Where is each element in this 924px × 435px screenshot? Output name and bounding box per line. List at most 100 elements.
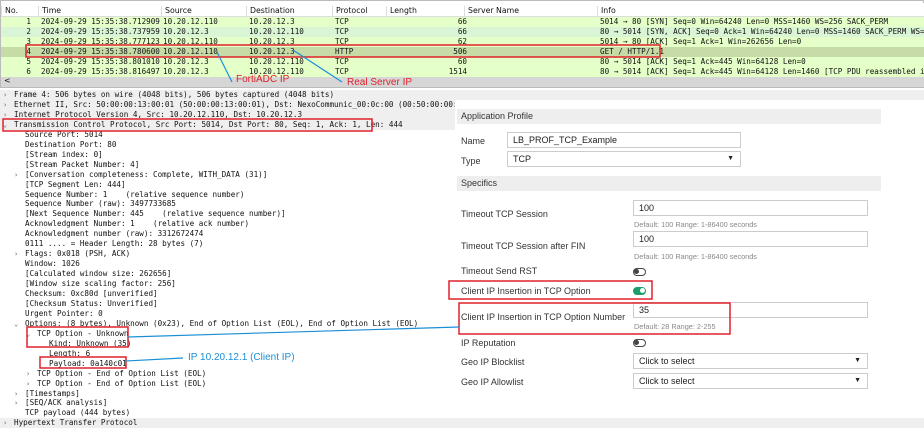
expand-icon[interactable]: › — [14, 389, 18, 399]
horizontal-scrollbar[interactable]: < — [1, 76, 924, 87]
detail-text: [Calculated window size: 262656] — [25, 269, 172, 279]
expand-icon[interactable]: › — [26, 369, 30, 379]
packet-length: 62 — [457, 37, 467, 46]
expand-icon[interactable]: › — [26, 379, 30, 389]
expand-icon[interactable]: › — [3, 100, 7, 110]
packet-protocol: TCP — [335, 57, 349, 66]
detail-row[interactable]: › Frame 4: 506 bytes on wire (4048 bits),… — [0, 90, 924, 100]
timeout-session-label: Timeout TCP Session — [461, 209, 548, 219]
packet-time: 2024-09-29 15:35:38.801010 — [41, 57, 160, 66]
packet-info: 5014 → 80 [ACK] Seq=1 Ack=1 Win=262656 L… — [600, 37, 802, 46]
detail-text: Frame 4: 506 bytes on wire (4048 bits), … — [14, 90, 335, 99]
timeout-fin-input[interactable]: 100 — [633, 231, 868, 247]
detail-text: Ethernet II, Src: 50:00:00:13:00:01 (50:… — [14, 99, 485, 109]
col-destination[interactable]: Destination — [246, 6, 295, 17]
col-no[interactable]: No. — [1, 6, 18, 17]
col-time[interactable]: Time — [38, 6, 61, 17]
packet-protocol: TCP — [335, 37, 349, 46]
collapse-icon[interactable]: ⌄ — [3, 120, 7, 130]
geo-block-label: Geo IP Blocklist — [461, 357, 525, 367]
packet-row[interactable]: 3 2024-09-29 15:35:38.777123 10.20.12.110 1… — [1, 37, 924, 47]
detail-text: Transmission Control Protocol, Src Port:… — [14, 119, 403, 129]
detail-text: [Checksum Status: Unverified] — [25, 298, 158, 308]
col-info[interactable]: Info — [597, 6, 616, 17]
real-server-ip-annotation: Real Server IP — [347, 77, 413, 88]
detail-text: [Window size scaling factor: 256] — [25, 279, 176, 289]
packet-no: 1 — [26, 17, 31, 26]
packet-source: 10.20.12.3 — [163, 27, 209, 36]
fortiadc-ip-annotation: FortiADC IP — [236, 74, 290, 85]
packet-protocol: HTTP — [335, 47, 354, 56]
option-number-input[interactable]: 35 — [633, 302, 868, 318]
col-source[interactable]: Source — [161, 6, 192, 17]
section-application-profile: Application Profile — [457, 109, 881, 124]
collapse-icon[interactable]: ⌄ — [26, 329, 30, 339]
client-ip-insertion-toggle[interactable] — [633, 287, 646, 295]
packet-length: 506 — [453, 47, 467, 56]
detail-text: [Stream index: 0] — [25, 149, 103, 159]
expand-icon[interactable]: › — [14, 249, 18, 259]
chevron-down-icon: ▼ — [727, 155, 734, 162]
packet-row[interactable]: 4 2024-09-29 15:35:38.780600 10.20.12.110 1… — [1, 47, 924, 57]
expand-icon[interactable]: › — [3, 90, 7, 100]
collapse-icon[interactable]: ⌄ — [14, 319, 18, 329]
detail-text: Sequence Number: 1 (relative sequence nu… — [25, 189, 245, 199]
name-label: Name — [461, 136, 486, 146]
packet-time: 2024-09-29 15:35:38.712909 — [41, 17, 160, 26]
packet-time: 2024-09-29 15:35:38.816497 — [41, 67, 160, 76]
expand-icon[interactable]: › — [3, 110, 7, 120]
timeout-session-hint: Default: 100 Range: 1-86400 seconds — [634, 220, 757, 229]
packet-source: 10.20.12.3 — [163, 57, 209, 66]
section-specifics: Specifics — [457, 176, 881, 191]
chevron-down-icon: ▼ — [854, 357, 861, 364]
name-input[interactable]: LB_PROF_TCP_Example — [507, 132, 741, 148]
packet-destination: 10.20.12.3 — [249, 37, 295, 46]
col-server-name[interactable]: Server Name — [464, 6, 519, 17]
packet-time: 2024-09-29 15:35:38.737959 — [41, 27, 160, 36]
timeout-fin-label: Timeout TCP Session after FIN — [461, 241, 586, 251]
detail-text: Source Port: 5014 — [25, 129, 103, 139]
scroll-left-icon[interactable]: < — [4, 76, 11, 85]
packet-protocol: TCP — [335, 67, 349, 76]
detail-row[interactable]: TCP payload (444 bytes) — [0, 408, 924, 418]
detail-text: Hypertext Transfer Protocol — [14, 418, 138, 428]
packet-source: 10.20.12.110 — [163, 17, 218, 26]
expand-icon[interactable]: › — [14, 170, 18, 180]
expand-icon[interactable]: › — [3, 418, 7, 428]
detail-text: [SEQ/ACK analysis] — [25, 398, 108, 408]
detail-text: Options: (8 bytes), Unknown (0x23), End … — [25, 318, 419, 328]
type-select[interactable]: TCP ▼ — [507, 151, 741, 167]
detail-text: [Stream Packet Number: 4] — [25, 159, 140, 169]
col-length[interactable]: Length — [386, 6, 417, 17]
packet-destination: 10.20.12.110 — [249, 57, 304, 66]
expand-icon[interactable]: › — [14, 398, 18, 408]
geo-block-value: Click to select — [639, 356, 695, 366]
packet-destination: 10.20.12.3 — [249, 47, 295, 56]
detail-text: [Conversation completeness: Complete, WI… — [25, 169, 268, 179]
col-protocol[interactable]: Protocol — [332, 6, 367, 17]
detail-text: [Next Sequence Number: 445 (relative seq… — [25, 209, 286, 219]
packet-no: 4 — [26, 47, 31, 56]
packet-row[interactable]: 5 2024-09-29 15:35:38.801010 10.20.12.3 10.… — [1, 57, 924, 67]
ip-reputation-label: IP Reputation — [461, 338, 516, 348]
packet-length: 1514 — [448, 67, 467, 76]
detail-row[interactable]: › Hypertext Transfer Protocol — [0, 418, 924, 429]
detail-text: 0111 .... = Header Length: 28 bytes (7) — [25, 239, 204, 249]
packet-row[interactable]: 6 2024-09-29 15:35:38.816497 10.20.12.3 10.… — [1, 67, 924, 77]
detail-text: TCP Option - End of Option List (EOL) — [37, 378, 207, 388]
packet-row[interactable]: 2 2024-09-29 15:35:38.737959 10.20.12.3 10.… — [1, 27, 924, 37]
detail-text: TCP Option - Unknown — [37, 328, 129, 338]
client-ip-insertion-label: Client IP Insertion in TCP Option — [461, 286, 591, 296]
geo-allow-select[interactable]: Click to select ▼ — [633, 373, 868, 389]
detail-text: Sequence Number (raw): 3497733685 — [25, 199, 176, 209]
packet-time: 2024-09-29 15:35:38.780600 — [41, 47, 160, 56]
timeout-session-input[interactable]: 100 — [633, 200, 868, 216]
packet-row[interactable]: 1 2024-09-29 15:35:38.712909 10.20.12.110 1… — [1, 17, 924, 27]
ip-reputation-toggle[interactable] — [633, 339, 646, 347]
packet-info: 80 → 5014 [ACK] Seq=1 Ack=445 Win=64128 … — [600, 67, 924, 76]
send-rst-toggle[interactable] — [633, 268, 646, 276]
geo-block-select[interactable]: Click to select ▼ — [633, 353, 868, 369]
send-rst-label: Timeout Send RST — [461, 266, 538, 276]
packet-info: 5014 → 80 [SYN] Seq=0 Win=64240 Len=0 MS… — [600, 17, 889, 26]
packet-length: 66 — [457, 27, 467, 36]
